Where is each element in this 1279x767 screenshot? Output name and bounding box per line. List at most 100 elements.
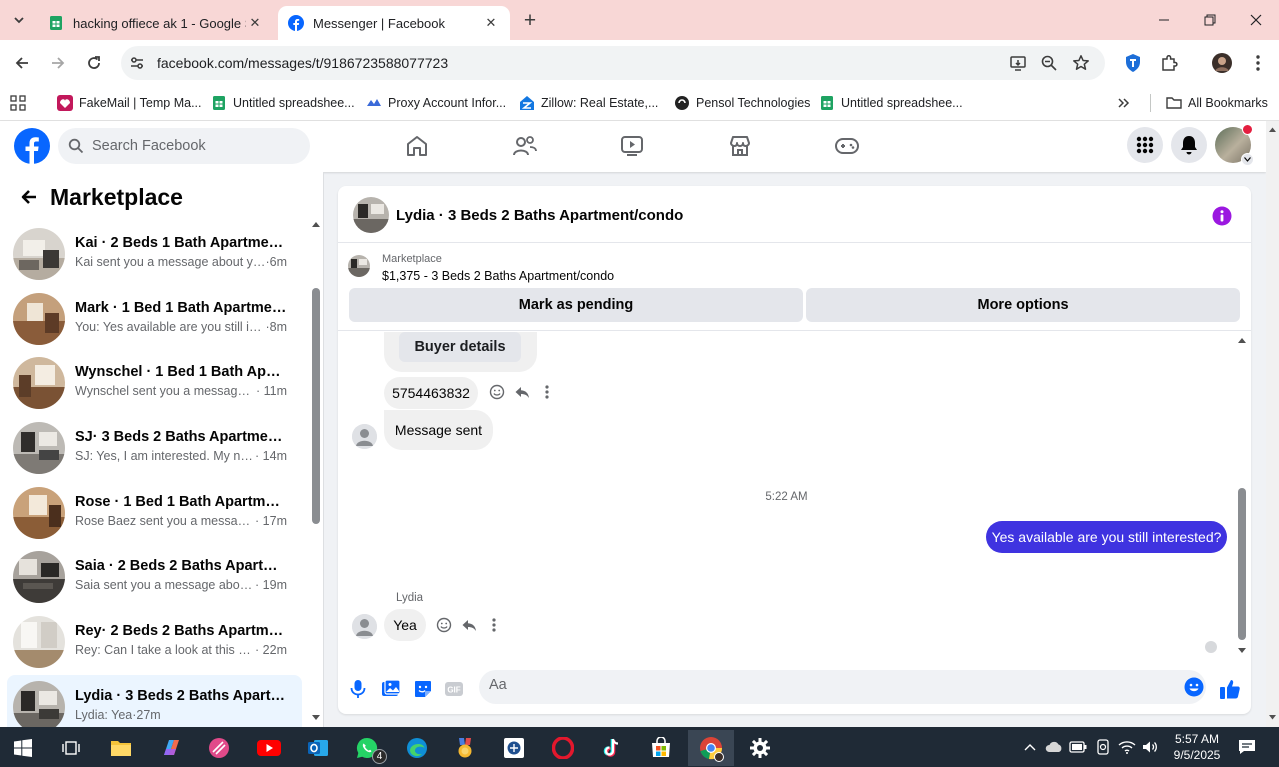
task-view-button[interactable]	[51, 730, 91, 766]
nav-home[interactable]	[401, 131, 433, 161]
show-hidden-icons-button[interactable]	[1020, 737, 1040, 757]
taskbar-copilot[interactable]	[151, 730, 191, 766]
taskbar-outlook[interactable]	[298, 730, 338, 766]
scroll-up-icon[interactable]	[1237, 336, 1247, 344]
device-tray[interactable]	[1093, 737, 1113, 757]
vpn-extension-button[interactable]	[1121, 51, 1145, 75]
bookmark-pensol[interactable]: Pensol Technologies	[674, 93, 810, 113]
new-tab-button[interactable]: +	[518, 9, 542, 33]
more-options-button[interactable]: More options	[806, 288, 1240, 322]
battery-tray[interactable]	[1068, 737, 1088, 757]
facebook-logo[interactable]	[14, 128, 50, 164]
chat-title[interactable]: Lydia · 3 Beds 2 Baths Apartment/condo	[396, 207, 683, 224]
tab-search-menu-button[interactable]	[6, 8, 32, 32]
tab-google-sheets[interactable]: hacking offiece ak 1 - Google S ✕	[38, 6, 274, 40]
tab-messenger[interactable]: Messenger | Facebook ✕	[278, 6, 510, 40]
nav-friends[interactable]	[509, 131, 541, 161]
scroll-down-icon[interactable]	[1268, 714, 1277, 721]
notification-center-button[interactable]	[1237, 737, 1257, 757]
restore-button[interactable]	[1187, 0, 1233, 40]
attach-photo-button[interactable]	[379, 677, 403, 701]
conversation-info-button[interactable]	[1211, 205, 1233, 227]
site-info-button[interactable]	[127, 53, 147, 73]
notifications-button[interactable]	[1171, 127, 1207, 163]
forward-button[interactable]	[44, 49, 72, 77]
scrollbar-thumb[interactable]	[312, 288, 320, 524]
like-button[interactable]	[1218, 677, 1242, 701]
listing-thumbnail[interactable]	[348, 255, 370, 277]
apps-button[interactable]	[10, 93, 26, 113]
gif-button[interactable]: GIF	[442, 677, 466, 701]
conversation-item[interactable]: Kai · 2 Beds 1 Bath Apartment/c... Kai s…	[7, 222, 302, 287]
taskbar-opera[interactable]	[543, 730, 583, 766]
react-button[interactable]	[488, 383, 505, 400]
bookmark-proxy-account[interactable]: Proxy Account Infor...	[366, 93, 506, 113]
taskbar-chrome[interactable]	[688, 730, 734, 766]
message-input[interactable]	[489, 677, 1149, 693]
taskbar-youtube[interactable]	[249, 730, 289, 766]
wifi-tray[interactable]	[1117, 737, 1137, 757]
scrollbar-thumb[interactable]	[1238, 488, 1246, 640]
bookmark-spreadsheet-2[interactable]: Untitled spreadshee...	[819, 93, 963, 113]
listing-price-title[interactable]: $1,375 - 3 Beds 2 Baths Apartment/condo	[382, 269, 614, 283]
conversation-item[interactable]: Saia · 2 Beds 2 Baths Apartment... Saia …	[7, 545, 302, 610]
chat-listing-avatar[interactable]	[353, 197, 389, 233]
bookmark-fakemail[interactable]: FakeMail | Temp Ma...	[57, 93, 202, 113]
nav-gaming[interactable]	[831, 131, 863, 161]
browser-menu-button[interactable]	[1246, 51, 1270, 75]
url-text[interactable]: facebook.com/messages/t/9186723588077723	[157, 55, 448, 71]
voice-clip-button[interactable]	[346, 677, 370, 701]
mark-as-pending-button[interactable]: Mark as pending	[349, 288, 803, 322]
taskbar-settings[interactable]	[740, 730, 780, 766]
install-app-button[interactable]	[1008, 53, 1028, 73]
profile-button[interactable]	[1210, 51, 1234, 75]
facebook-search[interactable]	[58, 128, 310, 164]
search-input[interactable]	[92, 138, 292, 154]
onedrive-tray[interactable]	[1044, 737, 1064, 757]
taskbar-whatsapp[interactable]: 4	[347, 730, 387, 766]
volume-tray[interactable]	[1141, 737, 1161, 757]
system-clock[interactable]: 5:57 AM 9/5/2025	[1164, 731, 1230, 763]
conversation-item[interactable]: Rey· 2 Beds 2 Baths Apartment/... Rey: C…	[7, 610, 302, 675]
reload-button[interactable]	[80, 49, 108, 77]
all-bookmarks-button[interactable]: All Bookmarks	[1166, 93, 1268, 113]
bookmark-spreadsheet-1[interactable]: Untitled spreadshee...	[211, 93, 355, 113]
account-avatar[interactable]	[1215, 124, 1254, 166]
conversation-item[interactable]: Rose · 1 Bed 1 Bath Apartment/c... Rose …	[7, 481, 302, 546]
taskbar-tiktok[interactable]	[592, 730, 632, 766]
scroll-down-icon[interactable]	[311, 714, 321, 722]
close-icon[interactable]: ✕	[246, 14, 264, 32]
minimize-button[interactable]	[1141, 0, 1187, 40]
page-scrollbar[interactable]	[1266, 121, 1279, 727]
start-button[interactable]	[3, 730, 43, 766]
taskbar-security-app[interactable]	[494, 730, 534, 766]
taskbar-edge[interactable]	[397, 730, 437, 766]
conversation-item[interactable]: Mark · 1 Bed 1 Bath Apartment/... You: Y…	[7, 287, 302, 352]
emoji-icon[interactable]	[1184, 677, 1204, 697]
sender-avatar[interactable]	[352, 614, 377, 639]
nav-marketplace[interactable]	[724, 131, 756, 161]
back-button[interactable]	[8, 49, 36, 77]
sticker-button[interactable]	[411, 677, 435, 701]
more-button[interactable]	[485, 616, 502, 633]
taskbar-achievement-app[interactable]	[445, 730, 485, 766]
more-button[interactable]	[538, 383, 555, 400]
buyer-details-button[interactable]: Buyer details	[399, 332, 521, 362]
bookmark-zillow[interactable]: Zillow: Real Estate,...	[519, 93, 658, 113]
close-window-button[interactable]	[1233, 0, 1279, 40]
conversation-item[interactable]: SJ· 3 Beds 2 Baths Apartment/c... SJ: Ye…	[7, 416, 302, 481]
zoom-button[interactable]	[1039, 53, 1059, 73]
reply-button[interactable]	[513, 383, 530, 400]
react-button[interactable]	[435, 616, 452, 633]
more-bookmarks-button[interactable]	[1117, 93, 1131, 113]
address-bar[interactable]: facebook.com/messages/t/9186723588077723	[121, 46, 1105, 80]
sender-avatar[interactable]	[352, 424, 377, 449]
reply-button[interactable]	[460, 616, 477, 633]
back-button[interactable]	[14, 185, 44, 209]
menu-button[interactable]	[1127, 127, 1163, 163]
taskbar-microsoft-store[interactable]	[641, 730, 681, 766]
message-thread-scrollbar[interactable]	[1236, 332, 1248, 659]
taskbar-app-pink[interactable]	[199, 730, 239, 766]
close-icon[interactable]: ✕	[482, 14, 500, 32]
scroll-up-icon[interactable]	[311, 220, 321, 228]
